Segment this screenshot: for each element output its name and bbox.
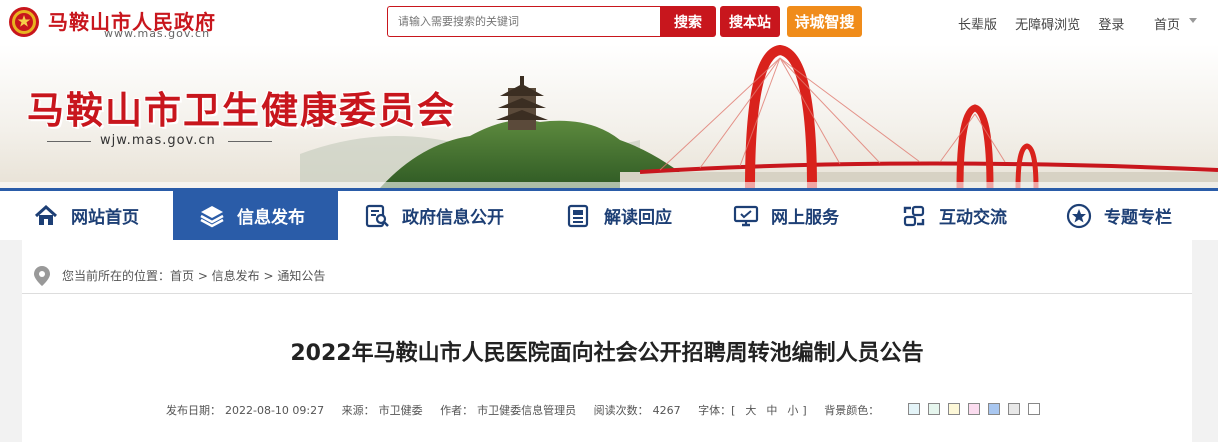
monitor-icon [733,205,759,226]
smart-search-button[interactable]: 诗城智搜 [787,6,862,37]
accessibility-link[interactable]: 无障碍浏览 [1015,18,1080,33]
elder-mode-link[interactable]: 长辈版 [958,18,997,33]
search-input[interactable] [387,6,660,37]
location-pin-icon [34,266,50,286]
nav-item-gov-info-disclosure[interactable]: 政府信息公开 [338,191,528,240]
nav-label: 网站首页 [71,208,139,228]
author-value: 市卫健委信息管理员 [477,404,577,417]
bg-swatch-gray[interactable] [1008,403,1020,415]
bg-color-swatches [908,403,1048,415]
publish-date: 2022-08-10 09:27 [225,404,325,417]
home-dropdown[interactable]: 首页 [1154,14,1180,33]
nav-item-interpretation[interactable]: 解读回应 [540,191,710,240]
font-label: 字体：[ [698,404,736,417]
date-label: 发布日期： [166,404,221,417]
interaction-icon [903,205,925,226]
nav-label: 互动交流 [939,208,1007,228]
bg-swatch-pink[interactable] [968,403,980,415]
divider [47,141,91,142]
chevron-down-icon[interactable] [1189,18,1197,23]
top-links: 长辈版 无障碍浏览 登录 [958,14,1138,33]
site-search-button[interactable]: 搜本站 [720,6,780,37]
bg-swatch-sky[interactable] [988,403,1000,415]
top-bar: 马鞍山市人民政府 www.mas.gov.cn 搜索 搜本站 诗城智搜 长辈版 … [0,0,1218,44]
news-icon [567,204,589,227]
views-count: 4267 [652,404,681,417]
divider [228,141,272,142]
bg-swatch-yellow[interactable] [948,403,960,415]
nav-item-interaction[interactable]: 互动交流 [875,191,1045,240]
nav-label: 信息发布 [237,208,305,228]
bg-swatch-blue[interactable] [908,403,920,415]
article-title: 2022年马鞍山市人民医院面向社会公开招聘周转池编制人员公告 [290,341,924,366]
bg-swatch-green[interactable] [928,403,940,415]
nav-item-special-topics[interactable]: 专题专栏 [1040,191,1210,240]
font-size-large[interactable]: 大 [745,404,756,417]
nav-item-home[interactable]: 网站首页 [0,191,173,240]
main-nav: 网站首页 信息发布 政府信息公开 解读回应 网上服务 互动交流 专题专栏 [0,188,1218,240]
breadcrumb-text[interactable]: 您当前所在的位置：首页 > 信息发布 > 通知公告 [62,267,325,284]
banner: 马鞍山市卫生健康委员会 wjw.mas.gov.cn [0,44,1218,188]
font-close: ] [802,404,807,417]
gov-site-url: www.mas.gov.cn [104,27,211,40]
article-meta: 发布日期： 2022-08-10 09:27 来源： 市卫健委 作者： 市卫健委信息管… [166,402,883,418]
department-name: 马鞍山市卫生健康委员会 [27,88,456,132]
nav-item-info-release[interactable]: 信息发布 [173,191,338,240]
layers-icon [200,205,224,227]
author-label: 作者： [440,404,474,417]
bg-swatch-white[interactable] [1028,403,1040,415]
search-button[interactable]: 搜索 [660,6,716,37]
national-emblem-icon [9,7,39,37]
nav-label: 专题专栏 [1104,208,1172,228]
views-label: 阅读次数： [593,404,649,417]
nav-label: 解读回应 [604,208,672,228]
font-size-medium[interactable]: 中 [766,404,777,417]
breadcrumb: 您当前所在的位置：首页 > 信息发布 > 通知公告 [22,256,1192,294]
home-icon [34,204,58,225]
nav-label: 网上服务 [771,208,839,228]
font-size-small[interactable]: 小 [787,404,798,417]
department-url: wjw.mas.gov.cn [100,133,216,148]
bg-color-label: 背景颜色： [824,404,880,417]
document-search-icon [365,204,389,227]
source-value: 市卫健委 [378,404,423,417]
star-icon [1066,203,1092,228]
login-link[interactable]: 登录 [1098,18,1124,33]
nav-item-online-service[interactable]: 网上服务 [707,191,877,240]
nav-label: 政府信息公开 [402,208,504,228]
source-label: 来源： [341,404,375,417]
